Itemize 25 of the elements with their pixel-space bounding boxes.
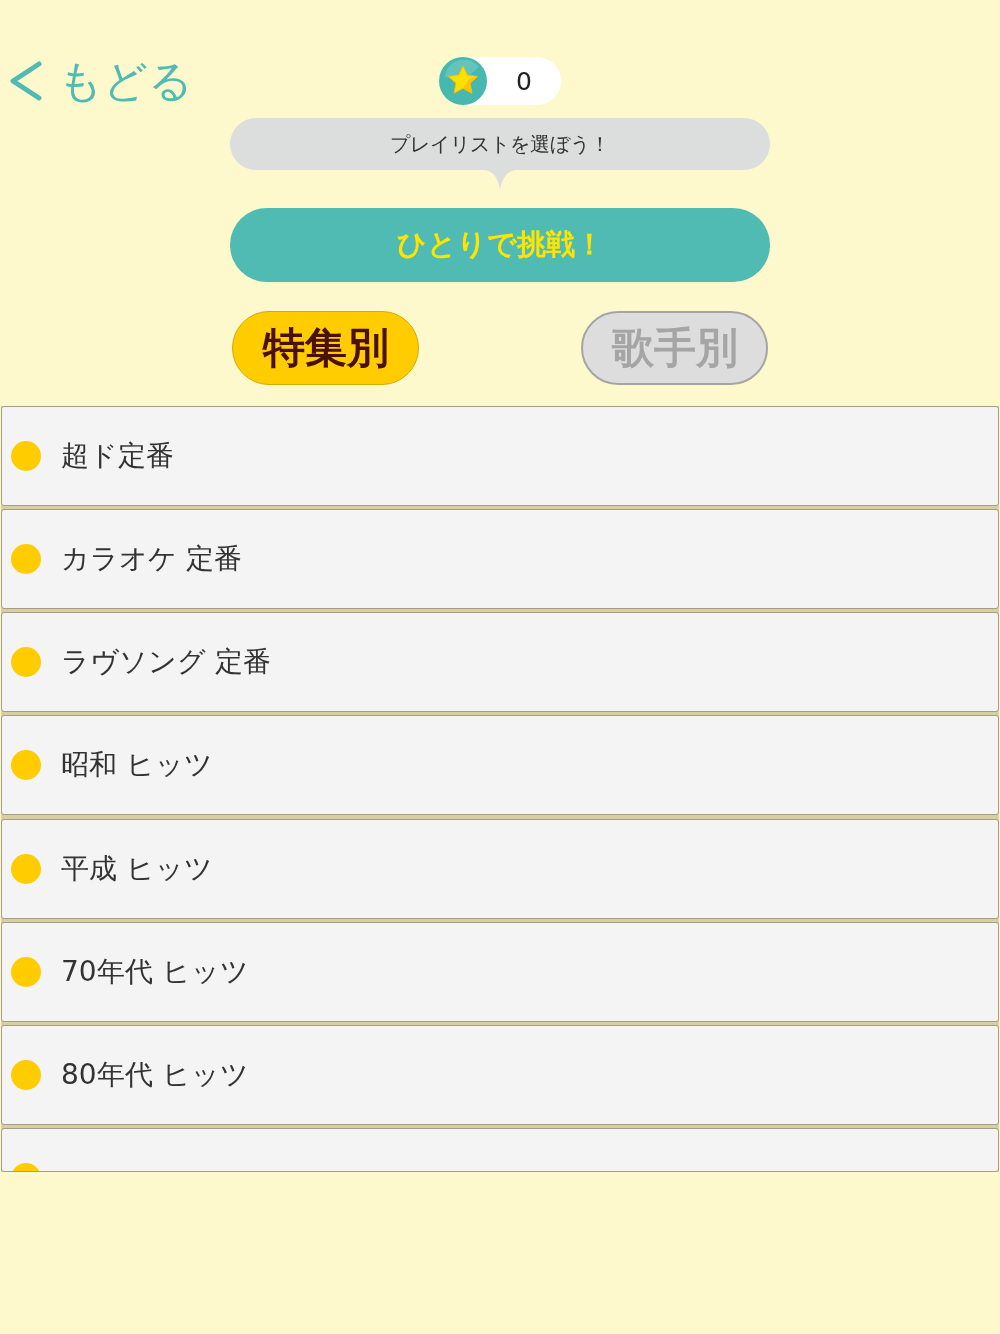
playlist-title: 超ド定番 [61,438,174,474]
category-tab[interactable]: 特集別 [232,311,419,385]
playlist-title: 80年代 ヒッツ [61,1056,249,1093]
dot-icon [11,750,41,781]
playlist-item[interactable]: 超ド定番 [1,406,999,506]
playlist-title: 平成 ヒッツ [61,850,213,887]
playlist-title: ラヴソング 定番 [61,644,271,681]
dot-icon [11,544,41,575]
playlist-item[interactable]: ラヴソング 定番 [1,612,999,713]
dot-icon [11,853,41,884]
chevron-left-icon [8,61,42,101]
score-value: 0 [515,68,533,94]
playlist-title: 70年代 ヒッツ [61,953,249,990]
playlist-item[interactable]: 平成 ヒッツ [1,818,999,919]
dot-icon [11,441,41,471]
dot-icon [11,956,41,987]
playlist-item[interactable]: 昭和 ヒッツ [1,715,999,816]
playlist-title: カラオケ 定番 [61,541,242,578]
dot-icon [11,1059,41,1090]
playlist-item[interactable]: カラオケ 定番 [1,509,999,610]
playlist-title: 昭和 ヒッツ [61,747,213,784]
playlist-item[interactable]: 80年代 ヒッツ [1,1024,999,1125]
playlist-item[interactable]: 70年代 ヒッツ [1,921,999,1022]
playlist-item[interactable] [1,1128,999,1172]
dot-icon [11,647,41,678]
